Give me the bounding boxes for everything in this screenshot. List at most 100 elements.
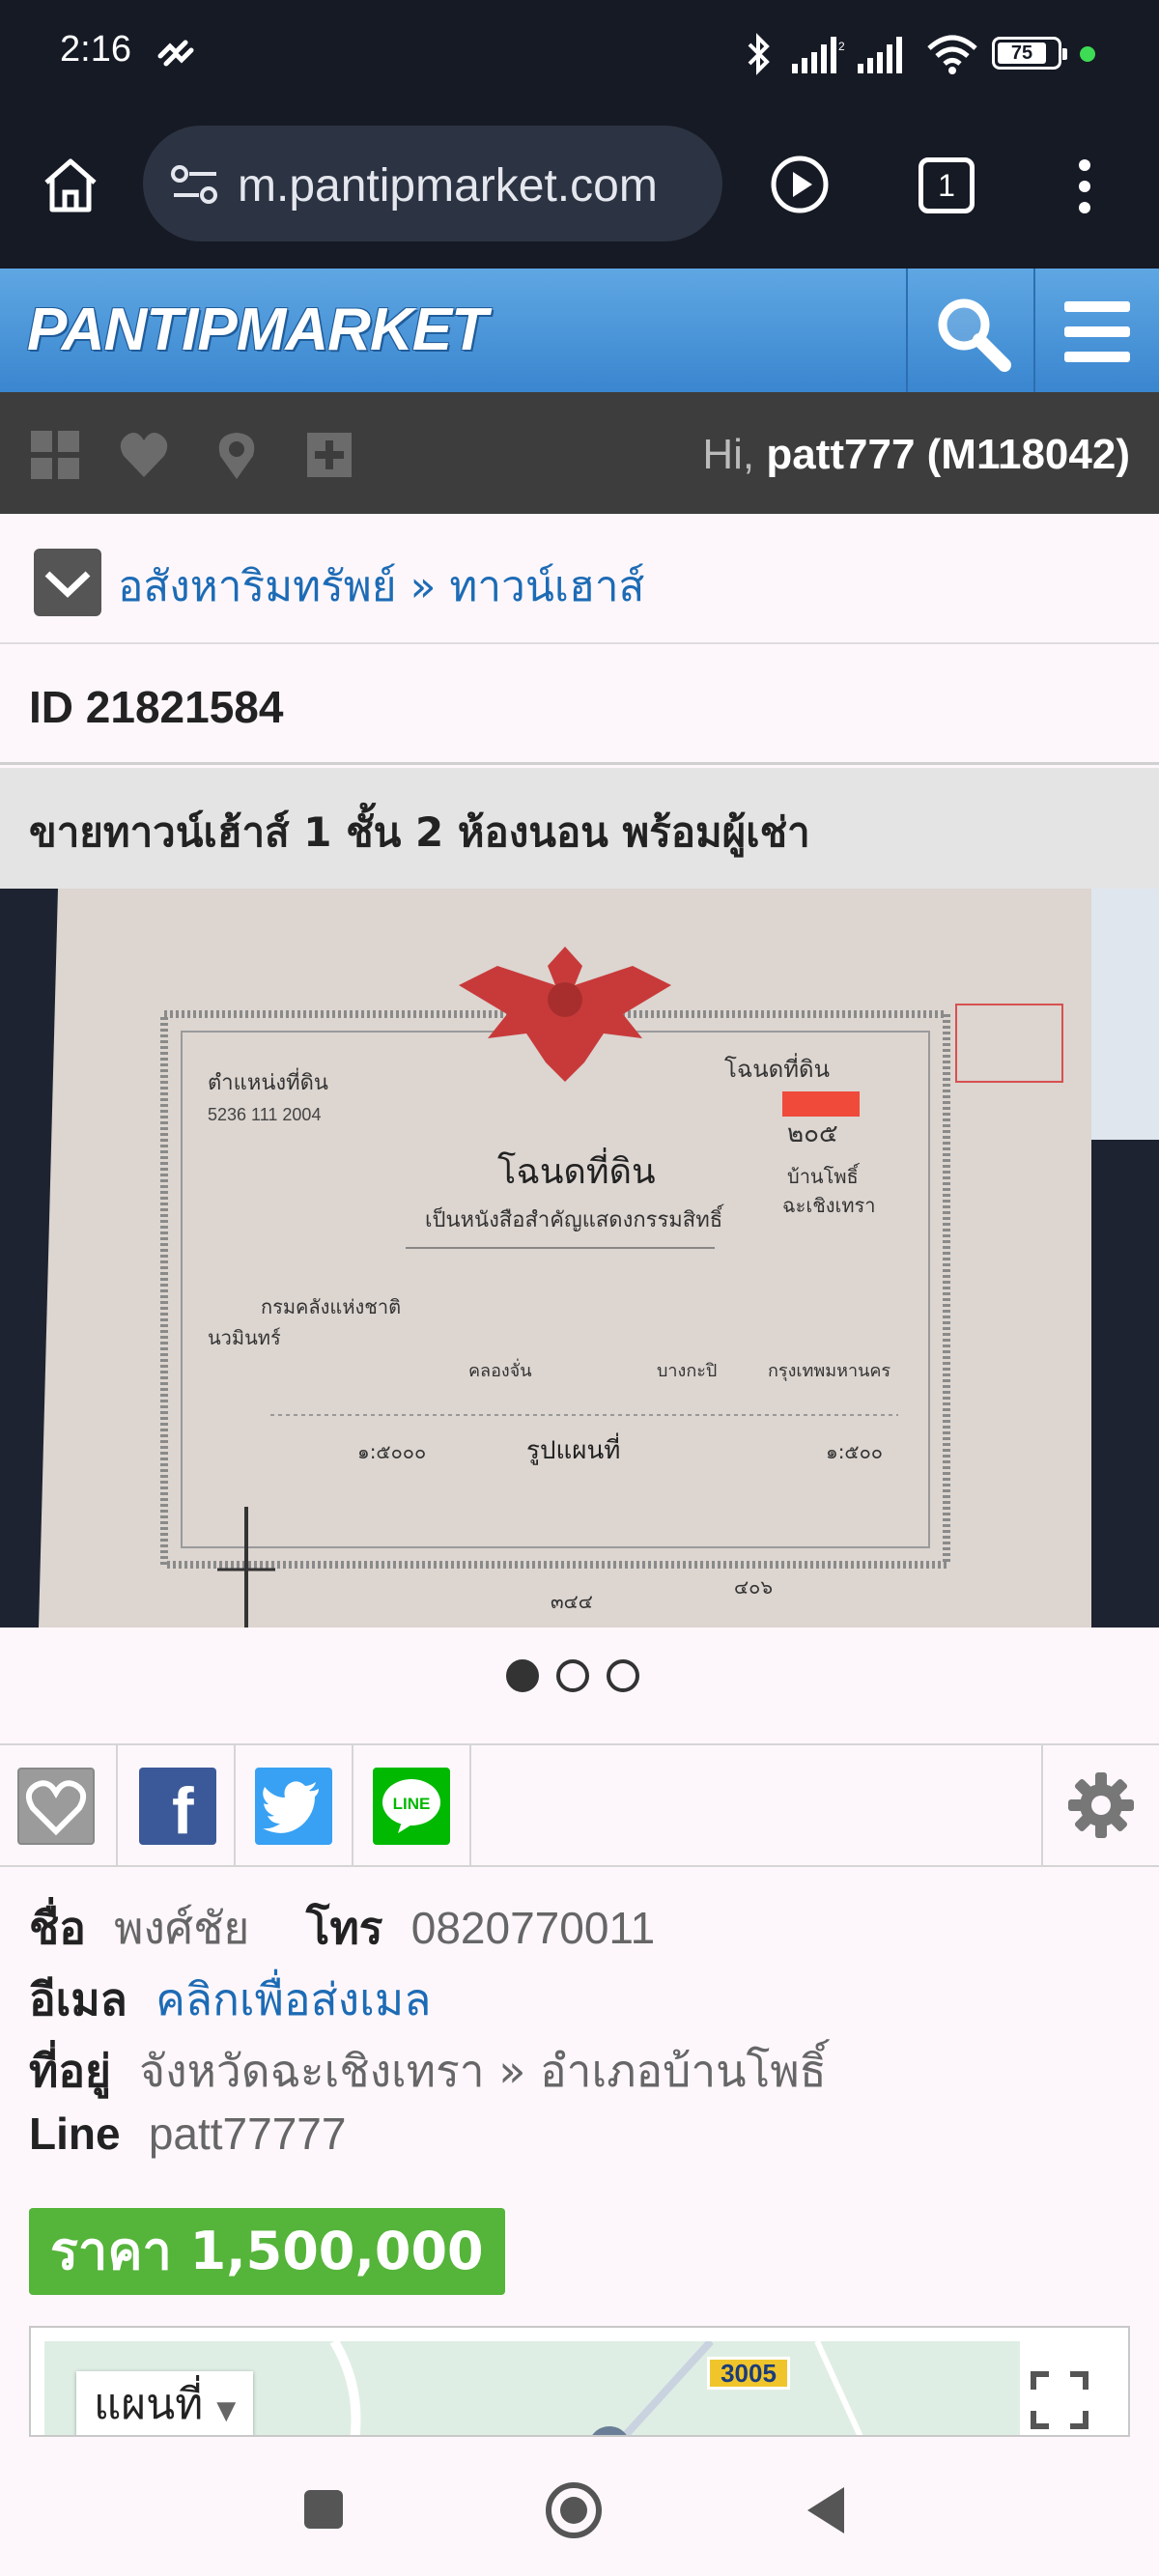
phone-label: โทร <box>305 1902 383 1954</box>
send-email-link[interactable]: คลิกเพื่อส่งเมล <box>155 1973 431 2025</box>
deed-district: บ้านโพธิ์ <box>787 1162 861 1188</box>
deed-subtitle: เป็นหนังสือสำคัญแสดงกรรมสิทธิ์ <box>425 1204 724 1232</box>
system-navigation-bar <box>0 2437 1159 2576</box>
share-bar: f LINE <box>0 1743 1159 1867</box>
deed-road: นวมินทร์ <box>208 1326 281 1349</box>
user-toolbar: Hi, patt777 (M118042) <box>0 392 1159 514</box>
deed-area: คลองจั่น <box>468 1358 532 1381</box>
cell-signal-1-icon: 2 <box>792 37 845 73</box>
home-button-icon[interactable] <box>543 2479 605 2541</box>
address-bar[interactable]: m.pantipmarket.com <box>143 126 722 241</box>
more-options-icon[interactable] <box>1070 156 1099 217</box>
map-type-dropdown[interactable]: แผนที่ ▼ <box>76 2371 254 2435</box>
seller-email-row: อีเมล คลิกเพื่อส่งเมล <box>29 1965 431 2035</box>
url-text[interactable]: m.pantipmarket.com <box>238 159 658 212</box>
road-number-badge: 3005 <box>707 2357 790 2390</box>
user-greeting[interactable]: Hi, patt777 (M118042) <box>702 431 1130 479</box>
seller-line-id: patt77777 <box>148 2109 347 2159</box>
seller-name-row: ชื่อ พงศ์ชัย โทร 0820770011 <box>29 1893 655 1964</box>
menu-icon[interactable] <box>1060 296 1134 369</box>
facebook-icon: f <box>172 1774 194 1848</box>
listing-title-row: ขายทาวน์เฮ้าส์ 1 ชั้น 2 ห้องนอน พร้อมผู้… <box>0 768 1159 889</box>
twitter-bird-icon <box>263 1781 319 1833</box>
seller-address: จังหวัดฉะเชิงเทรา » อำเภอบ้านโพธิ์ <box>139 2045 827 2097</box>
breadcrumb-path[interactable]: อสังหาริมทรัพย์ » ทาวน์เฮาส์ <box>118 552 644 620</box>
deed-number: ๒๐๕ <box>787 1119 838 1148</box>
deed-foot: ๓๔๔ <box>551 1590 593 1613</box>
deed-plan: รูปแผนที่ <box>526 1432 620 1465</box>
favorite-button[interactable] <box>17 1768 95 1845</box>
status-time: 2:16 <box>60 29 131 70</box>
back-button-icon[interactable] <box>802 2483 856 2537</box>
deed-code: 5236 111 2004 <box>208 1105 321 1124</box>
seller-line-row: Line patt77777 <box>29 2108 346 2160</box>
facebook-cell: f <box>118 1745 236 1865</box>
carousel-dot-1[interactable] <box>506 1659 539 1692</box>
browser-toolbar: m.pantipmarket.com 1 <box>0 111 1159 269</box>
grid-icon[interactable] <box>29 429 81 481</box>
facebook-share-button[interactable]: f <box>139 1768 216 1848</box>
location-pin-icon[interactable] <box>211 429 263 481</box>
deed-scale-2: ๑:๕๐๐ <box>826 1440 883 1463</box>
breadcrumb: อสังหาริมทรัพย์ » ทาวน์เฮาส์ <box>0 514 1159 644</box>
deed-scale-1: ๑:๕๐๐๐ <box>357 1440 426 1463</box>
heart-icon[interactable] <box>118 429 170 481</box>
site-header: PANTIPMARKET <box>0 269 1159 392</box>
deed-title: โฉนดที่ดิน <box>497 1147 656 1192</box>
signal-logo-icon <box>157 40 194 67</box>
deed-province: ฉะเชิงเทรา <box>782 1194 876 1217</box>
deed-owner: กรมคลังแห่งชาติ <box>261 1295 401 1318</box>
home-icon[interactable] <box>39 154 102 217</box>
chevron-down-icon <box>44 571 91 598</box>
heart-outline-icon <box>25 1780 87 1836</box>
carousel-dot-2[interactable] <box>556 1659 589 1692</box>
seller-address-row: ที่อยู่ จังหวัดฉะเชิงเทรา » อำเภอบ้านโพธ… <box>29 2036 827 2107</box>
gear-icon[interactable] <box>1062 1767 1140 1844</box>
seller-phone[interactable]: 0820770011 <box>411 1903 655 1953</box>
bluetooth-icon <box>748 33 770 75</box>
add-post-icon[interactable] <box>303 429 355 481</box>
seller-name: พงศ์ชัย <box>114 1902 250 1954</box>
tab-switcher-button[interactable]: 1 <box>919 157 975 213</box>
line-label: Line <box>29 2109 121 2159</box>
twitter-cell <box>236 1745 353 1865</box>
site-settings-icon[interactable] <box>170 162 222 207</box>
svg-text:2: 2 <box>838 40 845 53</box>
carousel-dot-3[interactable] <box>607 1659 639 1692</box>
email-label: อีเมล <box>29 1973 127 2025</box>
wifi-icon <box>927 35 977 74</box>
svg-text:ตำแหน่งที่ดิน: ตำแหน่งที่ดิน <box>208 1067 328 1095</box>
search-icon[interactable] <box>929 290 1016 377</box>
settings-cell <box>1041 1745 1159 1865</box>
greeting-text: Hi, <box>702 431 755 478</box>
username[interactable]: patt777 (M118042) <box>766 431 1130 478</box>
location-map[interactable]: 3005 แผนที่ ▼ <box>29 2326 1130 2437</box>
twitter-share-button[interactable] <box>255 1768 332 1845</box>
privacy-indicator-dot <box>1080 46 1095 62</box>
line-share-button[interactable]: LINE <box>373 1768 450 1845</box>
recents-button-icon[interactable] <box>299 2485 348 2534</box>
price-badge: ราคา 1,500,000 <box>29 2208 505 2295</box>
deed-foot-2: ๔๐๖ <box>734 1575 773 1599</box>
listing-id-row: ID 21821584 <box>0 646 1159 765</box>
deed-changwat: กรุงเทพมหานคร <box>768 1361 890 1381</box>
fullscreen-icon[interactable] <box>1026 2366 1093 2434</box>
listing-photo-carousel[interactable]: ตำแหน่งที่ดิน 5236 111 2004 โฉนดที่ดิน ๒… <box>0 889 1159 1628</box>
line-app-icon: LINE <box>382 1779 440 1833</box>
title-deed-photo: ตำแหน่งที่ดิน 5236 111 2004 โฉนดที่ดิน ๒… <box>0 889 1159 1628</box>
map-type-label: แผนที่ <box>94 2380 204 2429</box>
favorite-cell <box>0 1745 118 1865</box>
battery-icon: 75 <box>992 37 1067 70</box>
deed-amphoe: บางกะปิ <box>657 1361 717 1381</box>
status-bar: 2:16 2 75 <box>0 0 1159 111</box>
battery-level: 75 <box>998 42 1046 64</box>
listing-title: ขายทาวน์เฮ้าส์ 1 ชั้น 2 ห้องนอน พร้อมผู้… <box>29 808 810 856</box>
line-cell: LINE <box>353 1745 471 1865</box>
listing-id: ID 21821584 <box>29 682 284 732</box>
deed-header-small: โฉนดที่ดิน <box>724 1053 830 1083</box>
cell-signal-2-icon <box>858 37 902 73</box>
play-icon[interactable] <box>769 154 831 215</box>
category-dropdown-button[interactable] <box>34 549 101 616</box>
site-logo[interactable]: PANTIPMARKET <box>27 296 488 364</box>
name-label: ชื่อ <box>29 1902 86 1954</box>
